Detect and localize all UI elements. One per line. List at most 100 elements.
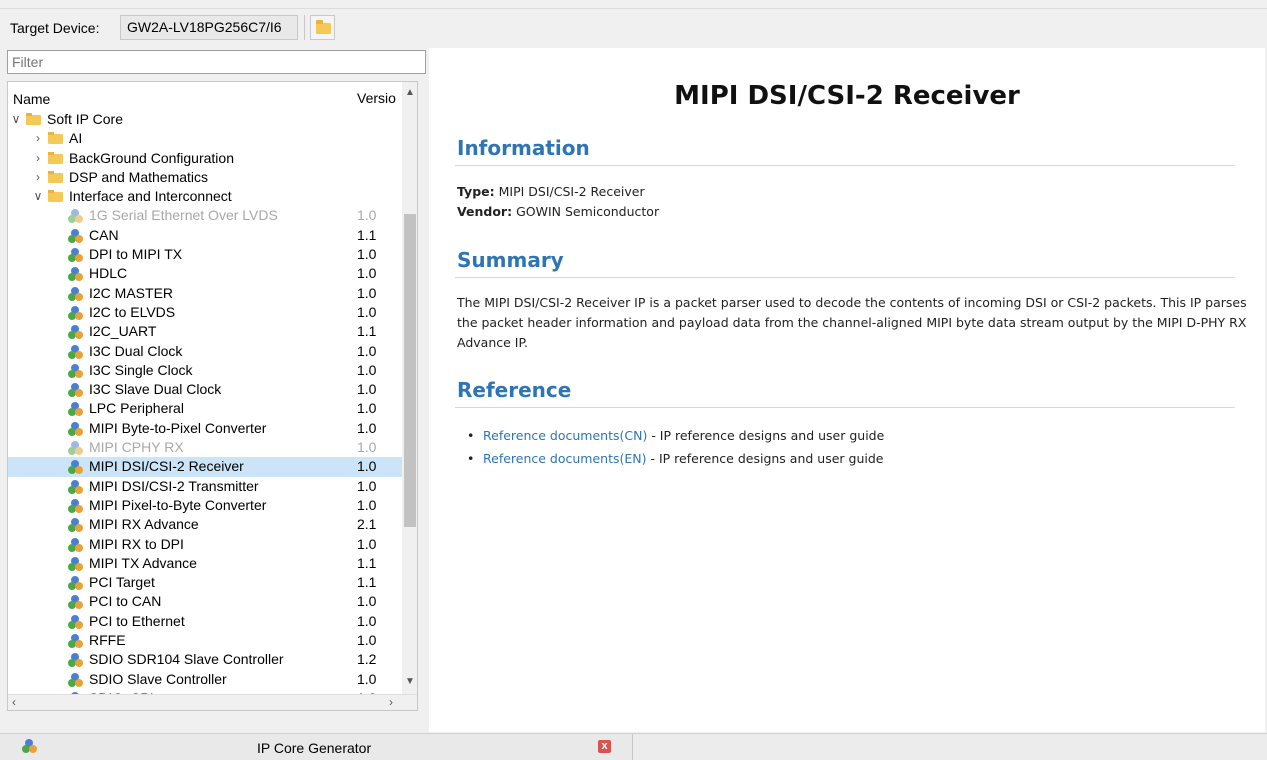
folder-icon [316, 20, 331, 34]
tree-item-version: 1.0 [357, 381, 377, 398]
tree-folder[interactable]: › AI [8, 129, 402, 148]
tree-item[interactable]: PCI Target 1.1 [8, 573, 402, 592]
vendor-label: Vendor: [457, 204, 513, 219]
tree-item[interactable]: MIPI RX Advance 2.1 [8, 515, 402, 534]
tree-item-version: 1.0 [357, 361, 377, 378]
chevron-right-icon[interactable]: › [32, 149, 44, 168]
ip-core-icon [68, 286, 83, 301]
tree-item-version: 1.0 [357, 284, 377, 301]
scrollbar-thumb[interactable] [404, 214, 416, 527]
ip-core-icon [68, 383, 83, 398]
scroll-down-icon[interactable]: ▼ [405, 676, 415, 687]
ip-core-icon [68, 653, 83, 668]
tree-item-label: MIPI DSI/CSI-2 Transmitter [89, 477, 259, 494]
tree-item-version: 1.0 [357, 265, 377, 282]
tree-item[interactable]: MIPI CPHY RX 1.0 [8, 438, 402, 457]
folder-icon [48, 132, 63, 145]
reference-link-en[interactable]: Reference documents(EN) [483, 451, 647, 466]
tree-item-version: 1.0 [357, 207, 377, 224]
reference-link-cn[interactable]: Reference documents(CN) [483, 428, 647, 443]
tree-item-version: 1.0 [357, 342, 377, 359]
chevron-down-icon[interactable]: ∨ [32, 187, 44, 206]
tree-item[interactable]: SDIO Slave Controller 1.0 [8, 670, 402, 689]
tree-item-label: MIPI TX Advance [89, 554, 197, 571]
scroll-left-icon[interactable]: ‹ [12, 695, 16, 709]
ip-core-icon [68, 441, 83, 456]
ip-core-icon [68, 228, 83, 243]
ip-core-icon [22, 739, 37, 753]
ip-core-icon [68, 267, 83, 282]
tree-item[interactable]: I2C MASTER 1.0 [8, 284, 402, 303]
tree-item-label: DPI to MIPI TX [89, 246, 183, 263]
scroll-right-icon[interactable]: › [389, 695, 393, 709]
tree-item-label: PCI to Ethernet [89, 612, 185, 629]
vertical-scrollbar[interactable]: ▲ ▼ [402, 82, 417, 694]
tree-item[interactable]: MIPI DSI/CSI-2 Receiver 1.0 [8, 457, 402, 477]
target-device-field[interactable]: GW2A-LV18PG256C7/I6 [120, 15, 298, 40]
tree-item-label: Interface and Interconnect [69, 188, 232, 205]
tree-item-label: MIPI RX to DPI [89, 535, 184, 552]
tree-item[interactable]: CAN 1.1 [8, 226, 402, 245]
tree-item[interactable]: I3C Dual Clock 1.0 [8, 342, 402, 361]
chevron-down-icon[interactable]: ∨ [10, 110, 22, 129]
ip-tree: Name Versio ∨ Soft IP Core › AI › BackGround … [7, 81, 418, 711]
tree-item-label: SDIO SDR104 Slave Controller [89, 651, 284, 668]
close-tab-icon[interactable]: x [598, 740, 611, 753]
ip-core-icon [68, 537, 83, 552]
tree-item[interactable]: I2C to ELVDS 1.0 [8, 303, 402, 322]
tab-ip-core-generator[interactable]: IP Core Generator x [0, 734, 633, 760]
tree-item-version: 1.0 [357, 400, 377, 417]
divider [455, 277, 1235, 278]
ip-core-icon [68, 209, 83, 224]
vendor-line: Vendor: GOWIN Semiconductor [457, 202, 659, 222]
folder-icon [48, 151, 63, 164]
tree-item-version: 1.0 [357, 439, 377, 456]
chevron-right-icon[interactable]: › [32, 129, 44, 148]
tree-folder[interactable]: › DSP and Mathematics [8, 168, 402, 187]
ip-core-icon [68, 305, 83, 320]
tree-item[interactable]: MIPI TX Advance 1.1 [8, 554, 402, 573]
tree-item[interactable]: I3C Single Clock 1.0 [8, 361, 402, 380]
tree-item[interactable]: 1G Serial Ethernet Over LVDS 1.0 [8, 206, 402, 225]
tree-folder[interactable]: › BackGround Configuration [8, 149, 402, 168]
tree-item-version: 1.0 [357, 535, 377, 552]
tree-item[interactable]: PCI to Ethernet 1.0 [8, 612, 402, 631]
column-header-name[interactable]: Name [13, 91, 50, 107]
tree-item[interactable]: MIPI Byte-to-Pixel Converter 1.0 [8, 419, 402, 438]
tree-item-label: AI [69, 130, 83, 147]
tree-item[interactable]: RFFE 1.0 [8, 631, 402, 650]
ip-core-icon [68, 614, 83, 629]
tree-item-label: MIPI DSI/CSI-2 Receiver [89, 458, 244, 475]
tree-item-version: 1.0 [357, 458, 377, 475]
tree-item[interactable]: I2C_UART 1.1 [8, 322, 402, 341]
tree-item[interactable]: LPC Peripheral 1.0 [8, 399, 402, 418]
scroll-up-icon[interactable]: ▲ [405, 87, 415, 98]
tree-item-label: MIPI CPHY RX [89, 439, 184, 456]
ip-core-icon [68, 672, 83, 687]
ip-core-icon [68, 576, 83, 591]
tree-item[interactable]: I3C Slave Dual Clock 1.0 [8, 380, 402, 399]
reference-desc: - IP reference designs and user guide [647, 428, 885, 443]
tree-item[interactable]: MIPI Pixel-to-Byte Converter 1.0 [8, 496, 402, 515]
ip-core-icon [68, 421, 83, 436]
tree-item[interactable]: HDLC 1.0 [8, 264, 402, 283]
folder-icon [48, 190, 63, 203]
column-header-version[interactable]: Versio [357, 90, 396, 106]
tree-folder[interactable]: ∨ Interface and Interconnect [8, 187, 402, 206]
horizontal-scrollbar[interactable]: ‹ › [8, 694, 417, 710]
chevron-right-icon[interactable]: › [32, 168, 44, 187]
tree-folder[interactable]: ∨ Soft IP Core [8, 110, 402, 129]
tree-item[interactable]: DPI to MIPI TX 1.0 [8, 245, 402, 264]
tree-item-label: BackGround Configuration [69, 149, 234, 166]
tree-item[interactable]: MIPI RX to DPI 1.0 [8, 535, 402, 554]
tree-item[interactable]: PCI to CAN 1.0 [8, 592, 402, 611]
tree-item-label: I3C Dual Clock [89, 342, 183, 359]
tree-item[interactable]: SDIO SDR104 Slave Controller 1.2 [8, 650, 402, 669]
tree-item-label: I2C_UART [89, 323, 157, 340]
filter-input[interactable] [7, 50, 426, 74]
tree-item-version: 1.0 [357, 419, 377, 436]
tree-item[interactable]: MIPI DSI/CSI-2 Transmitter 1.0 [8, 477, 402, 496]
information-heading: Information [457, 136, 590, 160]
open-folder-button[interactable] [310, 15, 335, 40]
ip-core-icon [68, 479, 83, 494]
